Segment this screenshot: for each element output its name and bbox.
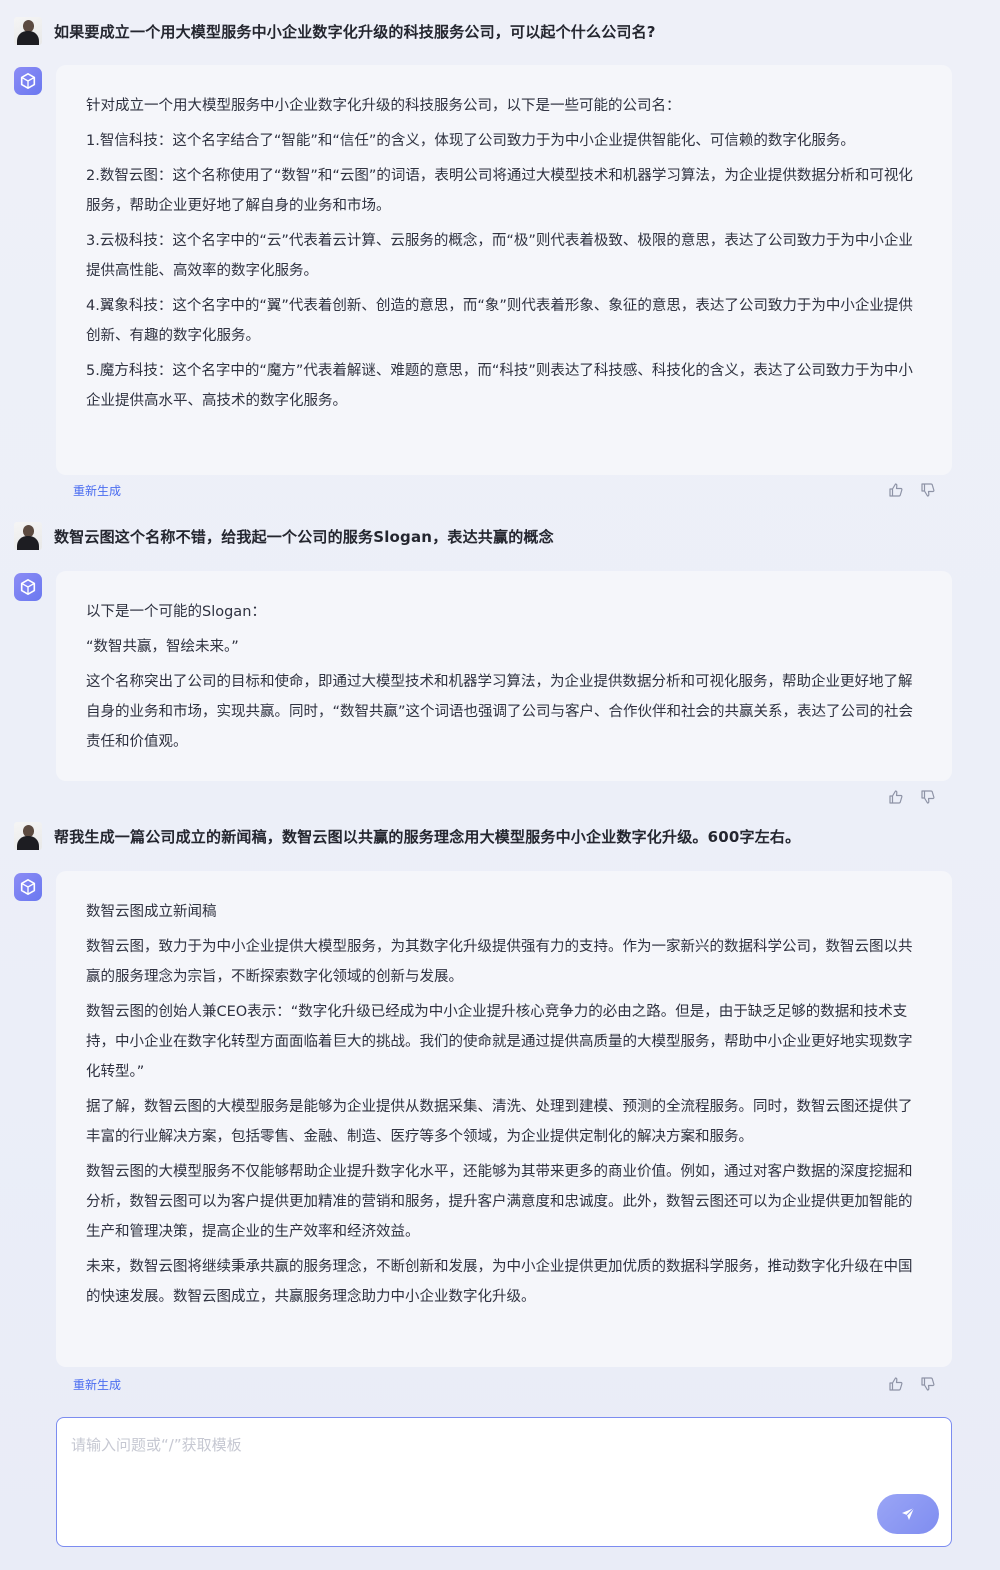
thumbs-down-icon[interactable] (920, 1376, 936, 1392)
thumbs-down-icon[interactable] (920, 789, 936, 805)
answer-paragraph: “数智共赢，智绘未来。” (86, 639, 239, 655)
answer-footer-1: 重新生成 (56, 480, 952, 500)
thumbs-down-icon[interactable] (920, 482, 936, 498)
assistant-answer-3: 数智云图成立新闻稿 数智云图，致力于为中小企业提供大模型服务，为其数字化升级提供… (56, 871, 952, 1367)
answer-paragraph: 3.云极科技：这个名字中的“云”代表着云计算、云服务的概念，而“极”则代表着极致… (86, 233, 913, 279)
cube-icon (14, 573, 42, 601)
answer-paragraph: 1.智信科技：这个名字结合了“智能”和“信任”的含义，体现了公司致力于为中小企业… (86, 133, 855, 149)
answer-footer-3: 重新生成 (56, 1374, 952, 1394)
user-avatar (14, 522, 42, 550)
user-avatar (14, 17, 42, 45)
answer-paragraph: 数智云图，致力于为中小企业提供大模型服务，为其数字化升级提供强有力的支持。作为一… (86, 939, 913, 985)
assistant-answer-1: 针对成立一个用大模型服务中小企业数字化升级的科技服务公司，以下是一些可能的公司名… (56, 65, 952, 475)
answer-paragraph: 数智云图成立新闻稿 (86, 904, 217, 920)
regenerate-button[interactable]: 重新生成 (73, 482, 121, 499)
user-avatar (14, 822, 42, 850)
regenerate-button[interactable]: 重新生成 (73, 1376, 121, 1393)
answer-paragraph: 2.数智云图：这个名称使用了“数智”和“云图”的词语，表明公司将通过大模型技术和… (86, 168, 913, 214)
answer-paragraph: 未来，数智云图将继续秉承共赢的服务理念，不断创新和发展，为中小企业提供更加优质的… (86, 1259, 913, 1305)
thumbs-up-icon[interactable] (888, 482, 904, 498)
answer-paragraph: 以下是一个可能的Slogan： (86, 604, 266, 620)
user-message-1: 如果要成立一个用大模型服务中小企业数字化升级的科技服务公司，可以起个什么公司名? (14, 17, 656, 45)
thumbs-up-icon[interactable] (888, 789, 904, 805)
cube-icon (14, 873, 42, 901)
answer-paragraph: 4.翼象科技：这个名字中的“翼”代表着创新、创造的意思，而“象”则代表着形象、象… (86, 298, 913, 344)
cube-icon (14, 67, 42, 95)
answer-paragraph: 数智云图的创始人兼CEO表示：“数字化升级已经成为中小企业提升核心竞争力的必由之… (86, 1004, 913, 1080)
assistant-answer-2: 以下是一个可能的Slogan： “数智共赢，智绘未来。” 这个名称突出了公司的目… (56, 571, 952, 781)
send-icon (902, 1507, 915, 1520)
answer-paragraph: 这个名称突出了公司的目标和使命，即通过大模型技术和机器学习算法，为企业提供数据分… (86, 674, 914, 750)
user-question-text: 如果要成立一个用大模型服务中小企业数字化升级的科技服务公司，可以起个什么公司名? (54, 22, 656, 41)
answer-footer-2 (56, 787, 952, 807)
send-button[interactable] (877, 1494, 939, 1534)
user-message-3: 帮我生成一篇公司成立的新闻稿，数智云图以共赢的服务理念用大模型服务中小企业数字化… (14, 822, 800, 850)
user-question-text: 数智云图这个名称不错，给我起一个公司的服务Slogan，表达共赢的概念 (54, 527, 554, 546)
chat-input-box (56, 1417, 952, 1547)
user-question-text: 帮我生成一篇公司成立的新闻稿，数智云图以共赢的服务理念用大模型服务中小企业数字化… (54, 827, 801, 846)
answer-paragraph: 针对成立一个用大模型服务中小企业数字化升级的科技服务公司，以下是一些可能的公司名… (86, 98, 681, 114)
user-message-2: 数智云图这个名称不错，给我起一个公司的服务Slogan，表达共赢的概念 (14, 522, 554, 550)
answer-paragraph: 数智云图的大模型服务不仅能够帮助企业提升数字化水平，还能够为其带来更多的商业价值… (86, 1164, 913, 1240)
chat-input[interactable] (71, 1434, 851, 1494)
thumbs-up-icon[interactable] (888, 1376, 904, 1392)
answer-paragraph: 据了解，数智云图的大模型服务是能够为企业提供从数据采集、清洗、处理到建模、预测的… (86, 1099, 913, 1145)
answer-paragraph: 5.魔方科技：这个名字中的“魔方”代表着解谜、难题的意思，而“科技”则表达了科技… (86, 363, 913, 409)
